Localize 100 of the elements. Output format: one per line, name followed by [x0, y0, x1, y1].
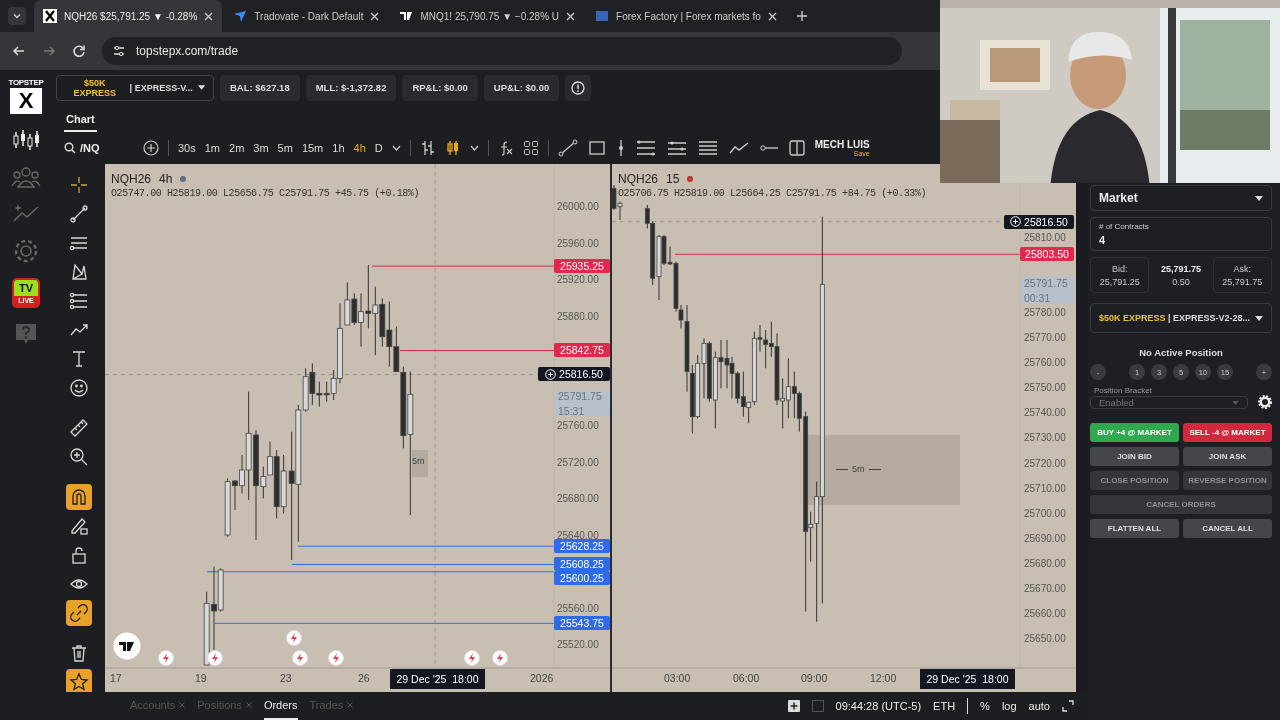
chevron-down-icon[interactable]	[469, 145, 479, 151]
lightning-icon[interactable]	[158, 650, 174, 666]
session-button[interactable]: ETH	[933, 700, 956, 712]
candle-icon[interactable]	[444, 140, 461, 156]
zone-rectangle[interactable]	[412, 450, 428, 477]
chart-symbol: NQH26	[111, 172, 151, 186]
reload-icon[interactable]	[72, 44, 86, 58]
chevron-down-icon[interactable]	[391, 145, 401, 151]
price-label: 25740.00	[1024, 406, 1066, 421]
symbol-search[interactable]: /NQ	[64, 142, 134, 154]
interval-button[interactable]: 1m	[204, 142, 221, 154]
interval-button[interactable]: 2m	[229, 142, 245, 154]
price-label: 25560.00	[557, 601, 599, 616]
price-label: 25770.00	[1024, 331, 1066, 346]
interval-button[interactable]: D	[374, 142, 383, 154]
interval-button[interactable]: 1h	[332, 142, 345, 154]
candles-icon[interactable]	[11, 128, 41, 152]
tag-price: 25543.75	[560, 616, 604, 631]
sparkle-chart-icon[interactable]	[11, 202, 41, 224]
time-label: 12:00	[870, 672, 897, 684]
split-view-icon[interactable]	[787, 139, 806, 157]
star-tool-button[interactable]	[65, 669, 92, 695]
price-label: 25810.00	[1024, 231, 1066, 245]
price-label: 25730.00	[1024, 431, 1066, 446]
new-tab-icon[interactable]	[795, 10, 808, 22]
tag-price: 25842.75	[560, 343, 604, 358]
lightning-icon[interactable]	[292, 650, 308, 666]
forward-icon[interactable]	[42, 44, 56, 58]
checkbox-icon[interactable]	[811, 700, 824, 712]
lightning-icon[interactable]	[207, 650, 223, 666]
price-label: 25680.00	[557, 492, 599, 506]
lightning-icon[interactable]	[328, 650, 344, 666]
zone-label: 5m	[412, 456, 425, 466]
site-info-icon[interactable]	[112, 44, 126, 58]
interval-button[interactable]: 3m	[253, 142, 269, 154]
chart-pane[interactable]	[105, 164, 610, 692]
interval-button[interactable]: 5m	[277, 142, 293, 154]
order-line[interactable]	[291, 563, 555, 565]
browser-tab[interactable]: Forex Factory | Forex markets fo	[586, 0, 786, 32]
bars-icon[interactable]	[419, 140, 436, 156]
lines-icon[interactable]	[696, 139, 719, 157]
bird-logo-icon	[233, 9, 248, 23]
tab-list-button[interactable]	[8, 7, 26, 25]
price-label: 25720.00	[557, 455, 599, 470]
ask-label: Ask:	[1233, 263, 1252, 274]
pencil-lock-icon	[68, 516, 89, 536]
order-button[interactable]: SELL -4 @ MARKET	[1183, 423, 1272, 442]
price-label: 25670.00	[1024, 581, 1066, 596]
scale-button[interactable]: %	[980, 700, 990, 712]
add-icon[interactable]	[787, 700, 800, 712]
order-type-dropdown[interactable]: Market	[1090, 185, 1272, 211]
levels-icon[interactable]	[634, 139, 657, 157]
scale-button[interactable]: auto	[1028, 700, 1050, 712]
scale-button[interactable]: log	[1001, 700, 1017, 712]
order-button[interactable]: FLATTEN ALL	[1090, 519, 1179, 538]
info-icon	[571, 80, 586, 95]
logo-icon[interactable]	[113, 632, 141, 660]
interval-button[interactable]: 30s	[178, 142, 196, 154]
browser-tab[interactable]: NQH26 $25,791.25 ▼ -0.28%	[34, 0, 223, 32]
bracket-label: Position Bracket	[1093, 386, 1153, 395]
back-icon[interactable]	[12, 44, 26, 58]
interval-button[interactable]: 4h	[353, 142, 366, 154]
account-dropdown[interactable]: $50K EXPRESS | EXPRESS-V...	[56, 74, 214, 101]
grid-icon[interactable]	[522, 140, 539, 156]
bid-label: Bid:	[1111, 263, 1128, 274]
order-button[interactable]: CANCEL ALL	[1183, 519, 1272, 538]
ask-quote[interactable]: Ask: 25,791.75	[1212, 257, 1272, 293]
rectangle-icon[interactable]	[586, 139, 607, 157]
info-button[interactable]	[565, 74, 592, 101]
contracts-field[interactable]: # of Contracts 4	[1090, 217, 1272, 251]
price-label: 25700.00	[1024, 506, 1066, 521]
fullscreen-icon[interactable]	[1062, 700, 1074, 712]
tag-price: 25791.75	[1024, 276, 1068, 289]
browser-tab[interactable]: MNQ1! 25,790.75 ▼ −0.28% U	[390, 0, 585, 32]
magnet-tool-button[interactable]	[65, 484, 92, 510]
zone-rectangle[interactable]	[805, 435, 960, 505]
browser-tab[interactable]: Tradovate - Dark Default	[224, 0, 389, 32]
lightning-icon[interactable]	[464, 650, 480, 666]
account-dropdown[interactable]: $50K EXPRESS | EXPRESS-V2-28...	[1090, 303, 1272, 333]
people-icon[interactable]	[11, 166, 41, 188]
crosshair-time: 29 Dec '25 18:00	[390, 669, 485, 689]
line-icon[interactable]	[557, 139, 578, 157]
chart-pane[interactable]	[612, 164, 1076, 692]
price-label: 25880.00	[557, 309, 599, 324]
order-button[interactable]: JOIN BID	[1090, 447, 1179, 466]
add-icon[interactable]	[143, 140, 159, 156]
bid-quote[interactable]: Bid: 25,791.25	[1090, 257, 1150, 293]
link-tool-button[interactable]	[65, 600, 92, 626]
price-label: 25750.00	[1024, 381, 1066, 396]
price-label: 25680.00	[1024, 556, 1066, 571]
tag-price: 25816.50	[559, 367, 603, 382]
lightning-icon[interactable]	[286, 630, 302, 646]
address-field[interactable]: topstepx.com/trade	[102, 37, 902, 65]
interval-button[interactable]: 15m	[301, 142, 324, 154]
channel-icon[interactable]	[665, 139, 688, 157]
lightning-icon[interactable]	[492, 650, 508, 666]
x-logo-icon	[43, 9, 57, 23]
panel-tab[interactable]: Orders	[263, 692, 298, 720]
bracket-dropdown[interactable]: Enabled	[1090, 396, 1248, 409]
order-button[interactable]: JOIN ASK	[1183, 447, 1272, 466]
